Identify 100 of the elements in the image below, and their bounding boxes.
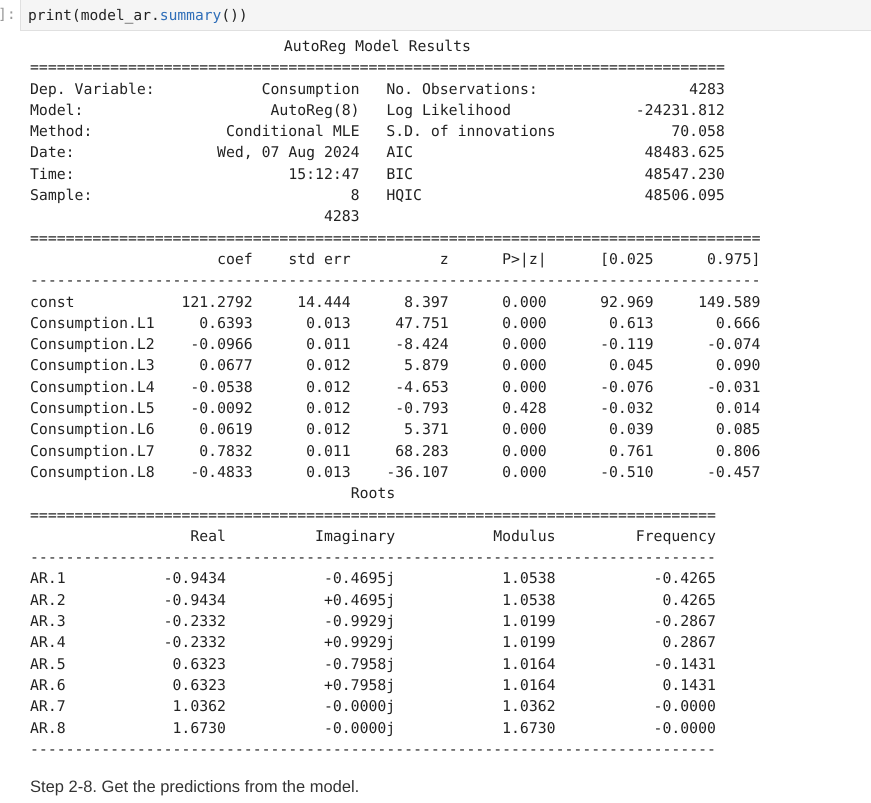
row-label: AR.4 (30, 633, 67, 654)
table-cell-text: 1.0164 (501, 654, 556, 675)
table-cell-text: -0.032 (599, 399, 654, 420)
table-cell-text: 0.000 (501, 356, 547, 376)
table-cell-text: 0.011 (305, 442, 351, 462)
table-cell-text: -0.793 (394, 399, 449, 420)
table-cell-text: 47.751 (394, 314, 449, 334)
column-header: z (438, 250, 449, 270)
table-cell-text: 0.000 (501, 314, 547, 334)
info-label: AIC (386, 143, 414, 164)
table-cell-text: 92.969 (599, 292, 654, 313)
table-cell-text: -0.510 (599, 462, 654, 483)
table-cell-text: 0.6393 (198, 314, 253, 334)
table-cell-text: 121.2792 (180, 292, 253, 313)
table-cell-text: 1.6730 (172, 718, 226, 738)
table-cell-text: 1.6730 (501, 718, 556, 738)
info-label: Model: (30, 100, 84, 121)
row-label: Consumption.L5 (30, 399, 156, 420)
info-value: Wed, 07 Aug 2024 (216, 143, 360, 164)
column-header: Real (189, 526, 226, 547)
table-cell-text: 0.7832 (198, 442, 253, 462)
table-cell-text: -0.0092 (189, 399, 253, 420)
table-cell-text: -0.9929j (322, 612, 396, 632)
column-header: coef (216, 250, 253, 270)
table-cell-text: -0.9434 (162, 569, 226, 590)
table-cell-text: 0.428 (501, 399, 547, 420)
row-label: AR.8 (30, 718, 67, 738)
row-label: Consumption.L2 (30, 335, 156, 356)
column-header: Imaginary (314, 526, 396, 547)
table-cell-text: -0.7958j (322, 654, 396, 675)
row-label: Consumption.L6 (30, 420, 156, 440)
table-cell-text: 0.6323 (172, 654, 226, 675)
roots-title: Roots (350, 484, 396, 504)
table-cell-text: 0.000 (501, 420, 547, 440)
table-cell-text: 0.000 (501, 442, 547, 462)
column-header: [0.025 (599, 250, 654, 270)
row-label: AR.6 (30, 676, 67, 696)
info-label: Method: (30, 122, 94, 142)
table-cell-text: 0.0677 (198, 356, 253, 376)
separator-line: ============================================================================== (30, 58, 725, 78)
row-label: Consumption.L7 (30, 442, 156, 462)
table-cell-text: 1.0164 (501, 676, 556, 696)
table-cell-text: -0.119 (599, 335, 654, 356)
table-cell-text: -0.2867 (652, 612, 716, 632)
column-header: Modulus (492, 526, 556, 547)
table-cell-text: 5.371 (403, 420, 449, 440)
separator-line: ----------------------------------------------------------------------------- (30, 548, 716, 568)
table-cell-text: 0.2867 (661, 633, 716, 654)
table-cell-text: -0.031 (706, 378, 760, 398)
table-cell-text: +0.9929j (322, 633, 396, 654)
table-cell-text: -0.0000 (652, 718, 716, 738)
table-cell-text: 0.1431 (661, 676, 716, 696)
table-cell-text: 1.0199 (501, 633, 556, 654)
table-cell-text: -0.4265 (652, 569, 716, 590)
info-label: No. Observations: (386, 80, 539, 100)
code-input-cell[interactable]: print(model_ar.summary()) (20, 0, 871, 31)
table-cell-text: -0.074 (706, 335, 760, 356)
info-label: Time: (30, 164, 76, 185)
column-header: std err (287, 250, 351, 270)
table-cell-text: 1.0362 (501, 697, 556, 718)
row-label: const (30, 292, 76, 313)
table-cell-text: 149.589 (697, 292, 760, 313)
separator-line: ----------------------------------------------------------------------------- (30, 740, 716, 760)
table-cell-text: +0.7958j (322, 676, 396, 696)
table-cell-text: 5.879 (403, 356, 449, 376)
separator-line: ================================================================================== (30, 228, 760, 249)
table-cell-text: 0.012 (305, 356, 351, 376)
table-cell-text: -0.2332 (162, 612, 226, 632)
info-value: 15:12:47 (287, 164, 360, 185)
table-cell-text: +0.4695j (322, 590, 396, 611)
table-cell-text: -4.653 (394, 378, 449, 398)
cell-prompt: ]: (0, 5, 17, 25)
info-value: 48506.095 (644, 186, 725, 206)
info-value: 4283 (688, 80, 725, 100)
table-cell-text: -0.4695j (322, 569, 396, 590)
table-cell-text: 0.613 (608, 314, 654, 334)
info-value: -24231.812 (634, 100, 725, 121)
table-cell-text: 0.666 (714, 314, 760, 334)
info-label: HQIC (386, 186, 423, 206)
table-cell-text: 0.000 (501, 378, 547, 398)
summary-title: AutoReg Model Results (284, 37, 471, 57)
table-cell-text: 8.397 (403, 292, 449, 313)
info-value: 8 (350, 186, 360, 206)
row-label: Consumption.L8 (30, 462, 156, 483)
table-cell-text: 1.0538 (501, 569, 556, 590)
table-cell-text: 0.806 (714, 442, 760, 462)
row-label: AR.3 (30, 612, 67, 632)
table-cell-text: 0.012 (305, 420, 351, 440)
row-label: AR.5 (30, 654, 67, 675)
info-value: 48483.625 (644, 143, 725, 164)
table-cell-text: 1.0538 (501, 590, 556, 611)
row-label: Consumption.L4 (30, 378, 156, 398)
table-cell-text: -0.0538 (189, 378, 253, 398)
separator-line: ---------------------------------------------------------------------------------- (30, 271, 760, 292)
row-label: Consumption.L3 (30, 356, 156, 376)
table-cell-text: 0.4265 (661, 590, 716, 611)
info-value: Conditional MLE (224, 122, 360, 142)
table-cell-text: 0.013 (305, 314, 351, 334)
info-value: 4283 (322, 207, 360, 228)
table-cell-text: -36.107 (385, 462, 449, 483)
